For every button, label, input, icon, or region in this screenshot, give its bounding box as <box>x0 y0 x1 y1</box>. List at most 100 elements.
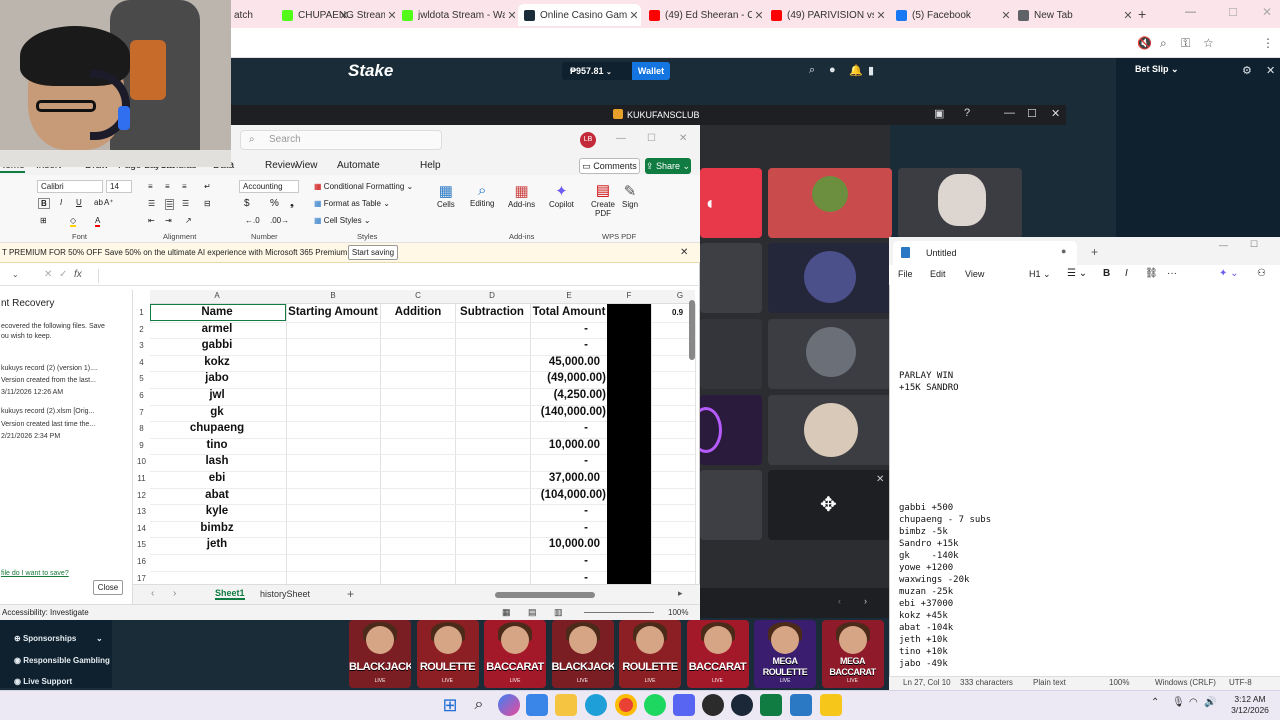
column-header[interactable]: A <box>207 291 227 300</box>
column-header[interactable]: E <box>559 291 579 300</box>
row-header[interactable]: 8 <box>133 424 150 433</box>
add-sheet-button[interactable]: + <box>347 587 354 601</box>
scroll-right-icon[interactable]: ▸ <box>678 588 683 599</box>
page-next-icon[interactable]: › <box>864 596 867 606</box>
voice-tile[interactable] <box>700 319 762 389</box>
number-format-select[interactable]: Accounting <box>239 180 299 193</box>
copilot-icon[interactable]: ✦ ⌄ <box>1219 268 1239 279</box>
total-amount-cell[interactable]: (4,250.00) <box>531 389 606 401</box>
name-cell[interactable]: lash <box>157 455 277 467</box>
list-icon[interactable]: ☰ ⌄ <box>1067 268 1087 279</box>
sidebar-item-sponsorships[interactable]: ⊕ Sponsorships ⌄ <box>14 634 103 643</box>
zoom-slider[interactable] <box>584 612 654 613</box>
vertical-scrollbar[interactable] <box>689 300 695 360</box>
sidebar-toggle-icon[interactable]: ▮ <box>868 64 874 77</box>
total-amount-cell[interactable]: (140,000.00) <box>531 406 606 418</box>
close-icon[interactable]: ✕ <box>1266 64 1275 77</box>
steam-icon[interactable] <box>731 694 753 716</box>
voice-tile[interactable]: ◖ <box>700 168 762 238</box>
row-header[interactable]: 6 <box>133 391 150 400</box>
maximize-icon[interactable]: ☐ <box>1250 239 1258 250</box>
search-input[interactable]: Search <box>240 130 442 150</box>
wifi-icon[interactable]: ◠ <box>1189 697 1198 708</box>
conditional-formatting-button[interactable]: ▦ Conditional Formatting ⌄ <box>314 182 413 191</box>
page-break-icon[interactable]: ▥ <box>554 607 563 618</box>
kebab-menu-icon[interactable]: ⋮ <box>1262 36 1274 50</box>
total-amount-cell[interactable]: - <box>531 323 606 335</box>
ribbon-tab-view[interactable]: View <box>296 160 318 171</box>
notepad-tab[interactable]: Untitled ● <box>893 241 1077 265</box>
notepad-icon[interactable] <box>790 694 812 716</box>
merge-icon[interactable]: ⊟ <box>204 199 211 208</box>
ribbon-tab-review[interactable]: Review <box>265 160 298 171</box>
indent-increase-icon[interactable]: ⇥ <box>165 216 172 225</box>
minimize-icon[interactable]: — <box>1219 240 1228 250</box>
voice-tile[interactable] <box>768 243 892 313</box>
italic-icon[interactable]: I <box>1125 268 1128 279</box>
ribbon-tab-automate[interactable]: Automate <box>337 160 380 171</box>
column-header[interactable]: B <box>323 291 343 300</box>
column-header[interactable]: C <box>408 291 428 300</box>
close-tab-icon[interactable]: ✕ <box>752 9 766 22</box>
total-amount-cell[interactable]: 10,000.00 <box>531 439 606 451</box>
close-tab-icon[interactable]: ✕ <box>627 9 641 22</box>
app-icon[interactable] <box>820 694 842 716</box>
game-card[interactable]: ROULETTE LIVE <box>416 620 479 688</box>
user-icon[interactable]: ● <box>829 64 836 76</box>
name-cell[interactable]: gabbi <box>157 339 277 351</box>
total-amount-cell[interactable]: (104,000.00) <box>531 489 606 501</box>
voice-tile[interactable] <box>690 395 762 465</box>
discord-maximize-icon[interactable]: ☐ <box>1027 107 1037 120</box>
bookmark-star-icon[interactable]: ☆ <box>1203 36 1214 50</box>
total-amount-cell[interactable]: - <box>531 505 606 517</box>
clock[interactable]: 3:12 AM 3/12/2026 <box>1222 694 1278 716</box>
voice-tile[interactable] <box>768 395 892 465</box>
tray-chevron-icon[interactable]: ⌃ <box>1151 697 1159 708</box>
spotify-icon[interactable] <box>644 694 666 716</box>
chrome-icon[interactable] <box>615 694 637 716</box>
row-header[interactable]: 13 <box>133 507 150 516</box>
browser-tab[interactable]: (49) Ed Sheeran - Ca ✕ <box>643 4 766 26</box>
name-cell[interactable]: bimbz <box>157 522 277 534</box>
format-as-table-button[interactable]: ▦ Format as Table ⌄ <box>314 199 390 208</box>
indent-decrease-icon[interactable]: ⇤ <box>148 216 155 225</box>
recovery-close-button[interactable]: Close <box>93 580 123 595</box>
recovery-file-name[interactable]: kukuys record (2) (version 1).... <box>1 365 98 372</box>
share-button[interactable]: ⇪ Share ⌄ <box>645 158 691 174</box>
close-tab-icon[interactable]: ✕ <box>874 9 888 22</box>
close-window-icon[interactable]: ✕ <box>1262 5 1272 19</box>
menu-file[interactable]: File <box>898 269 913 279</box>
excel-icon[interactable] <box>760 694 782 716</box>
total-amount-cell[interactable]: - <box>531 572 606 584</box>
more-icon[interactable]: ··· <box>1167 268 1177 279</box>
browser-tab[interactable]: New Tab ✕ <box>1012 4 1135 26</box>
orientation-icon[interactable]: ↗ <box>185 216 192 225</box>
row-header[interactable]: 16 <box>133 557 150 566</box>
minimize-icon[interactable]: — <box>616 133 626 144</box>
name-cell[interactable]: kyle <box>157 505 277 517</box>
normal-view-icon[interactable]: ▦ <box>502 607 511 618</box>
bold-button[interactable]: B <box>38 198 50 209</box>
name-cell[interactable]: abat <box>157 489 277 501</box>
row-header[interactable]: 1 <box>133 308 150 317</box>
discord-close-icon[interactable]: ✕ <box>1051 107 1060 120</box>
minimize-icon[interactable]: — <box>1185 6 1196 18</box>
row-header[interactable]: 5 <box>133 374 150 383</box>
accessibility-status[interactable]: Accessibility: Investigate <box>2 608 89 617</box>
row-header[interactable]: 4 <box>133 358 150 367</box>
row-header[interactable]: 12 <box>133 491 150 500</box>
total-amount-cell[interactable]: - <box>531 422 606 434</box>
row-header[interactable]: 17 <box>133 574 150 583</box>
row-header[interactable]: 3 <box>133 341 150 350</box>
strikethrough-button[interactable]: ab <box>94 198 103 207</box>
total-amount-cell[interactable]: - <box>531 455 606 467</box>
name-cell[interactable]: armel <box>157 323 277 335</box>
which-file-link[interactable]: file do I want to save? <box>1 570 69 577</box>
column-header[interactable]: F <box>619 291 639 300</box>
sheet-prev-icon[interactable]: ‹ <box>151 588 154 599</box>
row-header[interactable]: 10 <box>133 457 150 466</box>
close-tab-icon[interactable]: ✕ <box>999 9 1013 22</box>
screen-share-icon[interactable]: ▣ <box>934 107 944 120</box>
name-cell[interactable]: jeth <box>157 538 277 550</box>
name-cell[interactable]: gk <box>157 406 277 418</box>
